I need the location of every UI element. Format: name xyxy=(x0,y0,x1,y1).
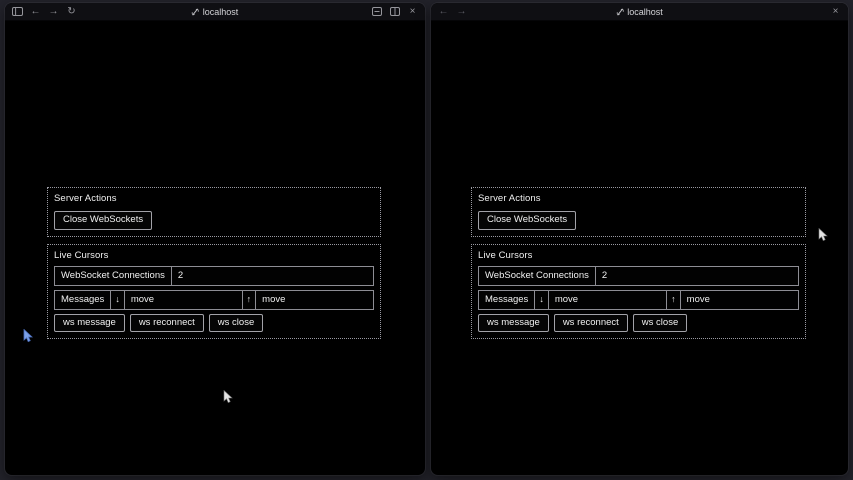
received-message-value: move xyxy=(125,291,243,309)
link-icon xyxy=(192,8,199,16)
ws-message-button[interactable]: ws message xyxy=(478,314,549,333)
forward-icon[interactable]: → xyxy=(454,5,469,19)
arrow-down-icon: ↓ xyxy=(535,291,549,309)
connections-row: WebSocket Connections 2 xyxy=(478,266,799,286)
arrow-down-icon: ↓ xyxy=(111,291,125,309)
live-cursors-panel: Live Cursors WebSocket Connections 2 Mes… xyxy=(471,244,806,340)
arrow-up-icon: ↑ xyxy=(243,291,257,309)
ws-close-button[interactable]: ws close xyxy=(209,314,263,333)
split-view-icon[interactable] xyxy=(387,5,402,19)
titlebar-url: localhost xyxy=(203,7,239,17)
connections-row: WebSocket Connections 2 xyxy=(54,266,374,286)
ws-reconnect-button[interactable]: ws reconnect xyxy=(130,314,204,333)
ws-close-button[interactable]: ws close xyxy=(633,314,687,333)
messages-row: Messages ↓ move ↑ move xyxy=(54,290,374,310)
forward-icon[interactable]: → xyxy=(46,5,61,19)
server-actions-panel: Server Actions Close WebSockets xyxy=(47,187,381,237)
ws-reconnect-button[interactable]: ws reconnect xyxy=(554,314,628,333)
connections-value: 2 xyxy=(596,267,798,285)
back-icon[interactable]: ← xyxy=(28,5,43,19)
page-settings-icon[interactable] xyxy=(369,5,384,19)
ws-buttons-row: ws message ws reconnect ws close xyxy=(54,314,374,333)
titlebar-left[interactable]: ← → ↻ localhost × xyxy=(5,3,425,21)
titlebar-url: localhost xyxy=(627,7,663,17)
ws-buttons-row: ws message ws reconnect ws close xyxy=(478,314,799,333)
messages-row: Messages ↓ move ↑ move xyxy=(478,290,799,310)
back-icon[interactable]: ← xyxy=(436,5,451,19)
titlebar-right[interactable]: ← → localhost × xyxy=(431,3,848,21)
sent-message-value: move xyxy=(681,291,798,309)
live-cursors-panel: Live Cursors WebSocket Connections 2 Mes… xyxy=(47,244,381,340)
sent-message-value: move xyxy=(256,291,373,309)
received-message-value: move xyxy=(549,291,667,309)
arrow-up-icon: ↑ xyxy=(667,291,681,309)
address-bar[interactable]: localhost xyxy=(192,3,239,20)
browser-window-left: ← → ↻ localhost × Server Actions Close W… xyxy=(5,3,425,475)
server-actions-panel: Server Actions Close WebSockets xyxy=(471,187,806,237)
close-websockets-button[interactable]: Close WebSockets xyxy=(478,211,576,230)
messages-label: Messages xyxy=(479,291,535,309)
ws-message-button[interactable]: ws message xyxy=(54,314,125,333)
close-websockets-button[interactable]: Close WebSockets xyxy=(54,211,152,230)
connections-label: WebSocket Connections xyxy=(55,267,172,285)
live-cursors-title: Live Cursors xyxy=(54,250,374,261)
server-actions-title: Server Actions xyxy=(54,193,374,204)
close-icon[interactable]: × xyxy=(828,5,843,19)
page-content-right: Server Actions Close WebSockets Live Cur… xyxy=(471,187,806,339)
connections-value: 2 xyxy=(172,267,373,285)
connections-label: WebSocket Connections xyxy=(479,267,596,285)
reload-icon[interactable]: ↻ xyxy=(64,5,79,19)
address-bar[interactable]: localhost xyxy=(616,3,663,20)
page-content-left: Server Actions Close WebSockets Live Cur… xyxy=(47,187,381,339)
server-actions-title: Server Actions xyxy=(478,193,799,204)
messages-label: Messages xyxy=(55,291,111,309)
link-icon xyxy=(616,8,623,16)
close-icon[interactable]: × xyxy=(405,5,420,19)
browser-window-right: ← → localhost × Server Actions Close Web… xyxy=(431,3,848,475)
live-cursors-title: Live Cursors xyxy=(478,250,799,261)
sidebar-toggle-icon[interactable] xyxy=(10,5,25,19)
